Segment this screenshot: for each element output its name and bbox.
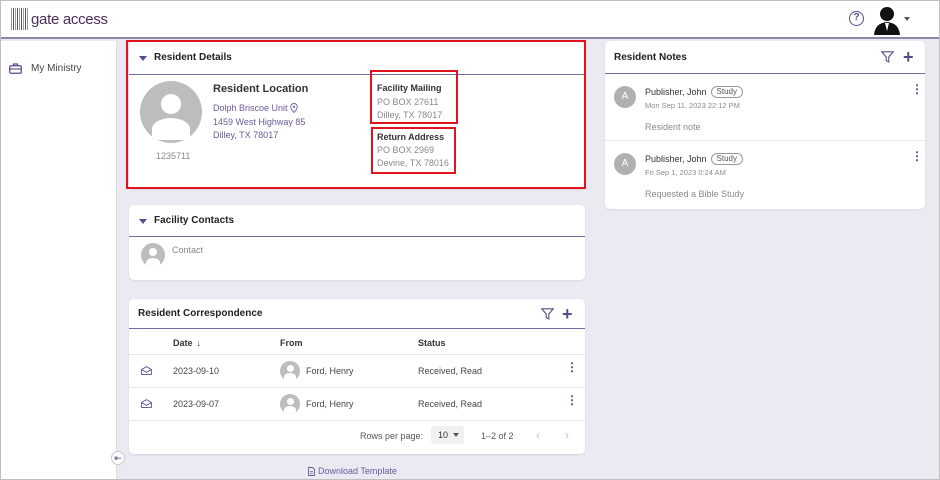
sender-avatar-icon xyxy=(280,361,300,381)
note-avatar: A xyxy=(614,86,636,108)
highlight-return-address xyxy=(371,127,456,174)
sender-avatar-icon xyxy=(280,394,300,414)
rows-per-page-value: 10 xyxy=(438,430,449,440)
column-date-label: Date xyxy=(173,338,193,348)
download-template-link[interactable]: Download Template xyxy=(308,466,397,476)
sidebar: My Ministry xyxy=(1,41,117,479)
note-item[interactable]: A Publisher, John Study Fri Sep 1, 2023 … xyxy=(605,142,925,208)
prev-page-icon[interactable]: ‹ xyxy=(536,428,540,442)
logo[interactable]: gate access xyxy=(11,8,108,30)
resident-notes-card: Resident Notes + A Publisher, John Study… xyxy=(605,41,925,209)
contact-label: Contact xyxy=(172,245,204,255)
note-text: Resident note xyxy=(645,122,701,132)
download-template-label: Download Template xyxy=(318,466,397,476)
highlight-facility-mailing xyxy=(370,70,458,124)
note-date: Mon Sep 11, 2023 22:12 PM xyxy=(645,101,740,110)
facility-contacts-header[interactable]: Facility Contacts xyxy=(129,205,585,237)
table-footer-divider xyxy=(129,420,585,421)
row-status: Received, Read xyxy=(418,366,483,376)
help-icon[interactable]: ? xyxy=(849,11,864,26)
note-item[interactable]: A Publisher, John Study Mon Sep 11, 2023… xyxy=(605,75,925,141)
column-date[interactable]: Date ↓ xyxy=(173,338,201,348)
note-author-line: Publisher, John Study xyxy=(645,86,744,98)
logo-bars-icon xyxy=(11,8,28,30)
facility-contacts-card: Facility Contacts Contact xyxy=(129,205,585,280)
envelope-open-icon xyxy=(141,399,152,408)
note-tag-badge: Study xyxy=(710,153,744,165)
add-icon[interactable]: + xyxy=(903,48,914,66)
filter-icon[interactable] xyxy=(541,308,554,320)
filter-icon[interactable] xyxy=(881,51,894,63)
note-author: Publisher, John xyxy=(645,87,707,97)
sort-arrow-icon[interactable]: ↓ xyxy=(197,338,202,348)
rows-per-page-label: Rows per page: xyxy=(360,431,424,441)
row-date: 2023-09-07 xyxy=(173,399,220,409)
document-icon xyxy=(308,466,315,476)
note-date: Fri Sep 1, 2023 0:24 AM xyxy=(645,168,726,177)
resident-notes-title: Resident Notes xyxy=(614,51,687,63)
briefcase-icon xyxy=(9,63,22,74)
sidebar-item-my-ministry[interactable]: My Ministry xyxy=(9,63,82,74)
pagination-range: 1–2 of 2 xyxy=(481,431,514,441)
collapse-triangle-icon[interactable] xyxy=(139,218,147,224)
column-from: From xyxy=(280,338,303,348)
row-from: Ford, Henry xyxy=(306,366,354,376)
correspondence-card: Resident Correspondence + Date ↓ From St… xyxy=(129,299,585,454)
envelope-open-icon xyxy=(141,366,152,375)
note-menu-icon[interactable]: ⋮ xyxy=(911,83,923,95)
column-status: Status xyxy=(418,338,446,348)
logo-text: gate access xyxy=(31,10,108,28)
table-row[interactable]: 2023-09-07 Ford, Henry Received, Read ⋮ xyxy=(129,387,585,419)
note-avatar: A xyxy=(614,153,636,175)
row-from: Ford, Henry xyxy=(306,399,354,409)
chevron-down-icon[interactable] xyxy=(904,17,910,21)
table-row[interactable]: 2023-09-10 Ford, Henry Received, Read ⋮ xyxy=(129,354,585,386)
app-frame: gate access ? My Ministry ⇤ Resident Det… xyxy=(0,0,940,480)
note-author: Publisher, John xyxy=(645,154,707,164)
row-status: Received, Read xyxy=(418,399,483,409)
sidebar-item-label: My Ministry xyxy=(31,63,82,74)
note-menu-icon[interactable]: ⋮ xyxy=(911,150,923,162)
highlight-resident-details xyxy=(126,40,586,189)
row-date: 2023-09-10 xyxy=(173,366,220,376)
resident-notes-header: Resident Notes + xyxy=(605,41,925,74)
user-avatar-icon[interactable] xyxy=(873,5,901,35)
next-page-icon[interactable]: › xyxy=(565,428,569,442)
correspondence-header: Resident Correspondence + xyxy=(129,299,585,329)
note-author-line: Publisher, John Study xyxy=(645,153,744,165)
collapse-sidebar-icon[interactable]: ⇤ xyxy=(111,451,125,465)
row-menu-icon[interactable]: ⋮ xyxy=(566,361,578,373)
rows-per-page-select[interactable]: 10 xyxy=(431,426,464,444)
note-tag-badge: Study xyxy=(710,86,744,98)
contact-avatar-icon xyxy=(141,243,165,267)
add-icon[interactable]: + xyxy=(562,305,573,323)
top-bar: gate access ? xyxy=(1,1,939,39)
note-text: Requested a Bible Study xyxy=(645,189,745,199)
row-menu-icon[interactable]: ⋮ xyxy=(566,394,578,406)
correspondence-title: Resident Correspondence xyxy=(138,308,263,319)
chevron-down-icon xyxy=(453,433,459,437)
facility-contacts-title: Facility Contacts xyxy=(154,215,235,226)
